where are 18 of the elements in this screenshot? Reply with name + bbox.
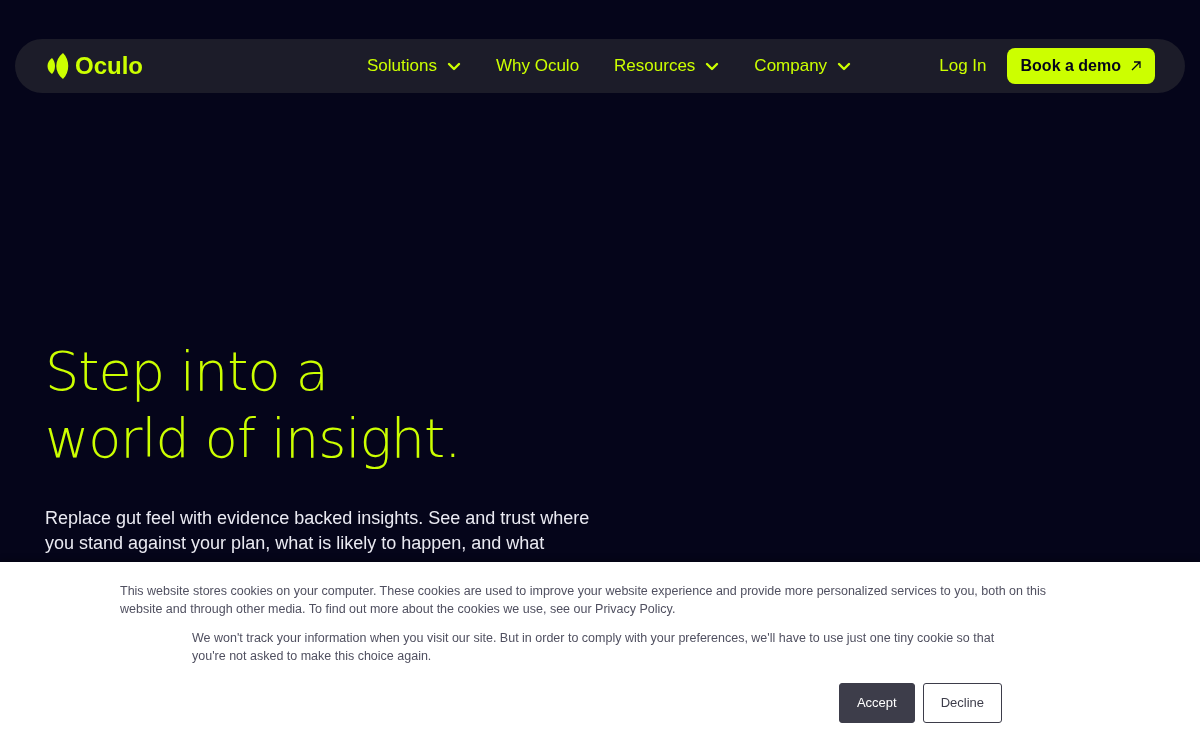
accept-button[interactable]: Accept [838, 683, 915, 723]
nav-link[interactable]: Company [754, 53, 852, 79]
logo-icon [45, 52, 71, 80]
hero-description: Replace gut feel with evidence backed insights. See and trust where you stand against your plan, what is likely to happen, and what [45, 507, 591, 555]
login-link[interactable]: Log In [939, 53, 987, 79]
chevron-down-icon [446, 61, 461, 71]
decline-button[interactable]: Decline [922, 683, 1002, 723]
nav-link[interactable]: Why Oculo [495, 53, 580, 79]
arrow-up-right-icon [1131, 61, 1141, 71]
decline-note: We won't track your information when you visit our site. But in order to comply with your preferences, we'll have to use just one tiny cookie so that you're not asked to make this choice again. [191, 630, 996, 665]
chevron-down-icon [837, 61, 852, 71]
nav-link[interactable]: Solutions [367, 53, 461, 79]
book-demo-button[interactable]: Book a demo [1006, 48, 1155, 84]
chevron-down-icon [705, 61, 720, 71]
cookie-notice: This website stores cookies on your computer. These cookies are used to improve your website experience and provide more personalized services to you, both on this website and through other media. To find out more about the cookies we use, see our Privacy Policy. [119, 583, 1047, 618]
logo-text[interactable]: Oculo [75, 54, 143, 78]
hero-heading: Step into a world of insight. [45, 339, 462, 472]
nav-link[interactable]: Resources [614, 53, 720, 79]
